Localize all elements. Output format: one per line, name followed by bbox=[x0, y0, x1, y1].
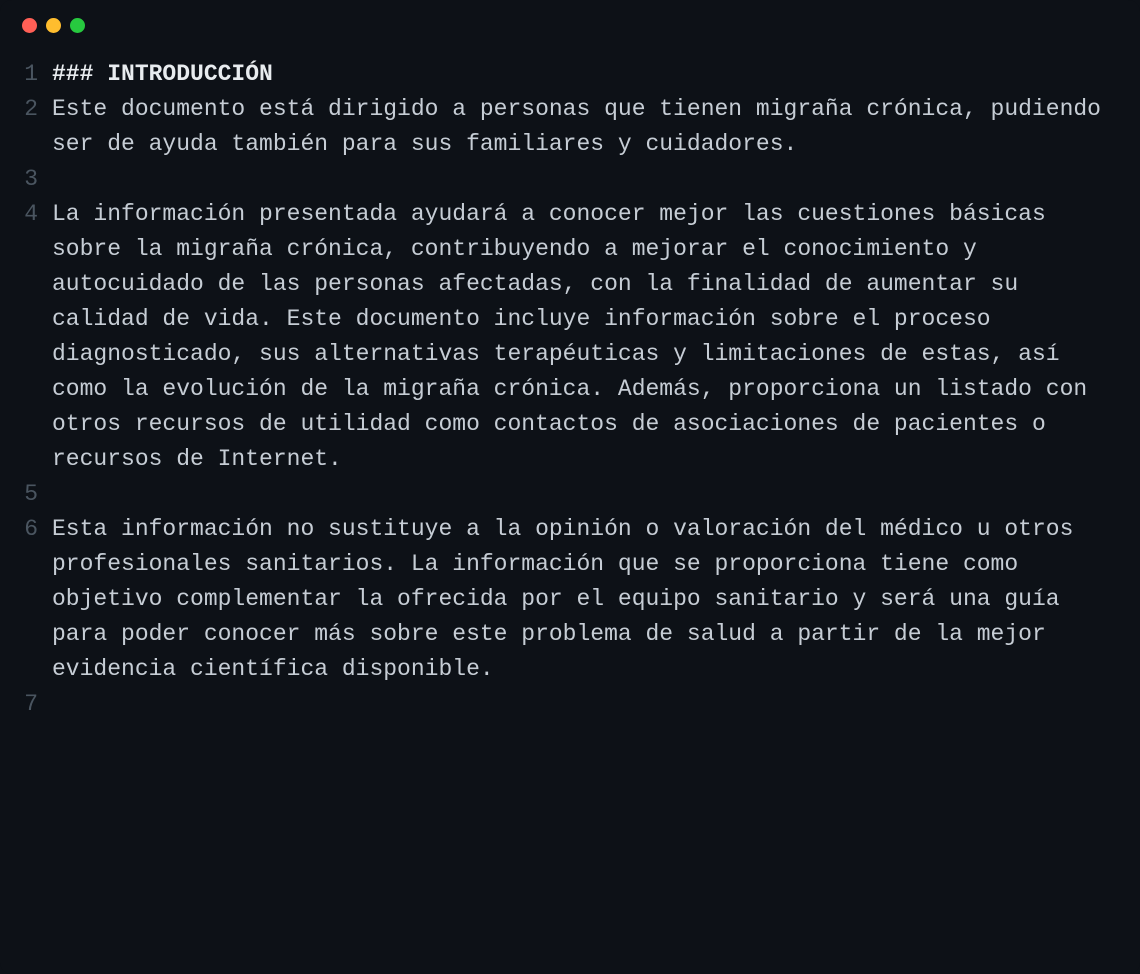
line-content[interactable]: Este documento está dirigido a personas … bbox=[52, 92, 1112, 162]
editor-line: 2 Este documento está dirigido a persona… bbox=[0, 92, 1112, 162]
line-number: 1 bbox=[0, 57, 52, 92]
close-icon[interactable] bbox=[22, 18, 37, 33]
editor-line: 7 bbox=[0, 687, 1112, 722]
line-number: 5 bbox=[0, 477, 52, 512]
line-content[interactable]: ### INTRODUCCIÓN bbox=[52, 57, 1112, 92]
line-number: 7 bbox=[0, 687, 52, 722]
editor-area[interactable]: 1 ### INTRODUCCIÓN 2 Este documento está… bbox=[0, 57, 1140, 722]
line-number: 3 bbox=[0, 162, 52, 197]
editor-window: 1 ### INTRODUCCIÓN 2 Este documento está… bbox=[0, 0, 1140, 974]
editor-line: 3 bbox=[0, 162, 1112, 197]
minimize-icon[interactable] bbox=[46, 18, 61, 33]
line-number: 6 bbox=[0, 512, 52, 547]
line-number: 4 bbox=[0, 197, 52, 232]
editor-line: 6 Esta información no sustituye a la opi… bbox=[0, 512, 1112, 687]
line-content[interactable]: La información presentada ayudará a cono… bbox=[52, 197, 1112, 477]
maximize-icon[interactable] bbox=[70, 18, 85, 33]
editor-line: 4 La información presentada ayudará a co… bbox=[0, 197, 1112, 477]
editor-line: 1 ### INTRODUCCIÓN bbox=[0, 57, 1112, 92]
line-content[interactable]: Esta información no sustituye a la opini… bbox=[52, 512, 1112, 687]
editor-line: 5 bbox=[0, 477, 1112, 512]
titlebar bbox=[0, 18, 1140, 57]
line-number: 2 bbox=[0, 92, 52, 127]
